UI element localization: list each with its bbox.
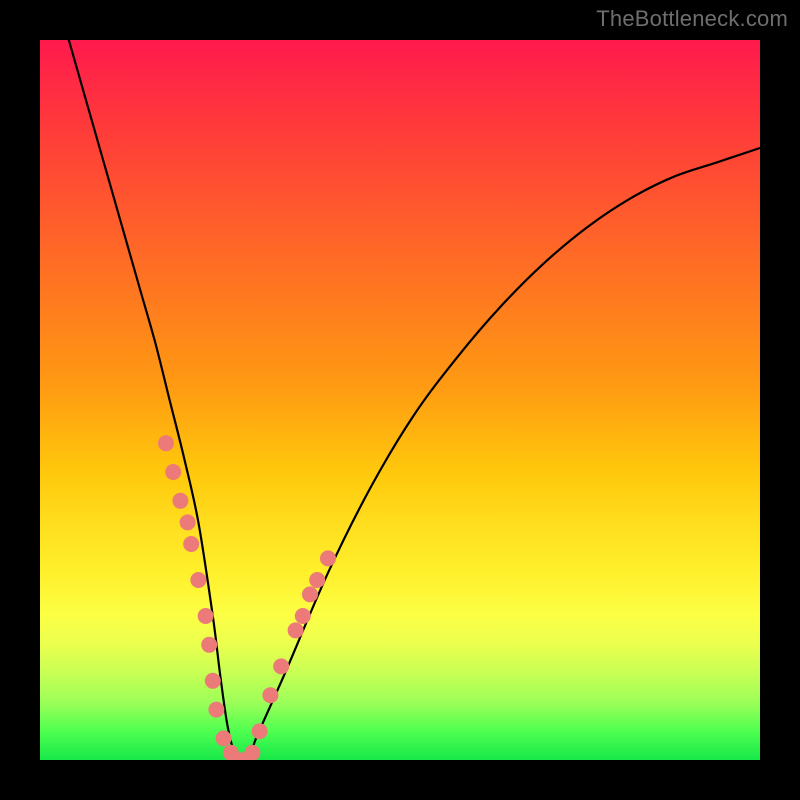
marker-dot (273, 658, 289, 674)
marker-dot (180, 514, 196, 530)
marker-dot (216, 730, 232, 746)
marker-dots (158, 435, 336, 760)
plot-area (40, 40, 760, 760)
marker-dot (295, 608, 311, 624)
marker-dot (302, 586, 318, 602)
marker-dot (320, 550, 336, 566)
marker-dot (183, 536, 199, 552)
marker-dot (172, 493, 188, 509)
marker-dot (190, 572, 206, 588)
marker-dot (262, 687, 278, 703)
marker-dot (244, 745, 260, 760)
marker-dot (252, 723, 268, 739)
watermark-text: TheBottleneck.com (596, 6, 788, 32)
bottleneck-curve (69, 40, 760, 760)
marker-dot (288, 622, 304, 638)
chart-stage: TheBottleneck.com (0, 0, 800, 800)
marker-dot (205, 673, 221, 689)
marker-dot (208, 702, 224, 718)
marker-dot (158, 435, 174, 451)
marker-dot (165, 464, 181, 480)
marker-dot (198, 608, 214, 624)
marker-dot (309, 572, 325, 588)
marker-dot (201, 637, 217, 653)
chart-svg (40, 40, 760, 760)
